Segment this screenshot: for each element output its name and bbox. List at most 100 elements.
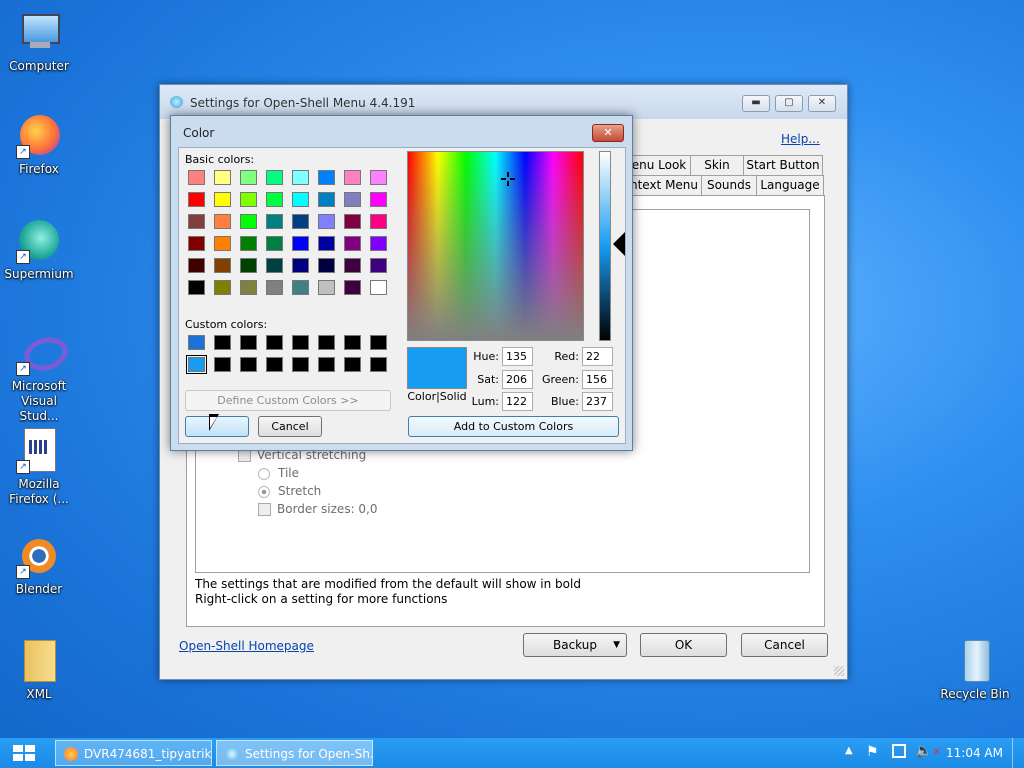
basic-color-swatch[interactable] (370, 258, 387, 273)
tab-context-menu[interactable]: ntext Menu (626, 175, 702, 195)
basic-color-swatch[interactable] (188, 258, 205, 273)
hue-field[interactable]: 135 (502, 347, 533, 366)
basic-color-swatch[interactable] (266, 280, 283, 295)
tab-language[interactable]: Language (756, 175, 824, 195)
basic-color-swatch[interactable] (318, 280, 335, 295)
basic-color-swatch[interactable] (344, 170, 361, 185)
basic-color-swatch[interactable] (370, 280, 387, 295)
basic-color-swatch[interactable] (344, 236, 361, 251)
red-field[interactable]: 22 (582, 347, 613, 366)
basic-color-swatch[interactable] (292, 280, 309, 295)
desktop-icon-recycle-bin[interactable]: Recycle Bin (936, 638, 1014, 702)
color-dialog-title-bar[interactable] (171, 116, 632, 146)
custom-color-swatch[interactable] (266, 335, 283, 350)
basic-color-swatch[interactable] (292, 258, 309, 273)
basic-color-swatch[interactable] (188, 214, 205, 229)
basic-color-swatch[interactable] (240, 258, 257, 273)
help-link[interactable]: Help... (781, 132, 820, 146)
tab-skin[interactable]: Skin (690, 155, 744, 175)
basic-color-swatch[interactable] (318, 258, 335, 273)
basic-color-swatch[interactable] (370, 236, 387, 251)
tab-sounds[interactable]: Sounds (701, 175, 757, 195)
desktop-icon-firefox[interactable]: ↗ Firefox (0, 113, 78, 177)
basic-color-swatch[interactable] (188, 236, 205, 251)
basic-color-swatch[interactable] (266, 170, 283, 185)
color-spectrum-picker[interactable] (407, 151, 584, 341)
tree-item-tile[interactable]: Tile (258, 466, 299, 480)
luminosity-slider[interactable] (599, 151, 611, 341)
custom-color-swatch[interactable] (240, 357, 257, 372)
custom-color-swatch[interactable] (214, 335, 231, 350)
custom-color-swatch[interactable] (370, 335, 387, 350)
action-center-flag-icon[interactable]: ⚑ (866, 744, 879, 760)
desktop-icon-mozilla-firefox[interactable]: ↗ Mozilla Firefox (... (0, 428, 78, 507)
custom-color-swatch[interactable] (214, 357, 231, 372)
luminosity-arrow-icon[interactable] (613, 232, 625, 256)
lum-field[interactable]: 122 (502, 392, 533, 411)
taskbar-item-firefox[interactable]: DVR474681_tipyatrik... (55, 740, 212, 766)
color-cancel-button[interactable]: Cancel (258, 416, 322, 437)
basic-color-swatch[interactable] (292, 170, 309, 185)
custom-color-swatch[interactable] (240, 335, 257, 350)
basic-color-swatch[interactable] (266, 214, 283, 229)
basic-color-swatch[interactable] (188, 280, 205, 295)
desktop-icon-blender[interactable]: ↗ Blender (0, 533, 78, 597)
taskbar-item-settings[interactable]: Settings for Open-Sh... (216, 740, 373, 766)
basic-color-swatch[interactable] (344, 280, 361, 295)
basic-color-swatch[interactable] (370, 192, 387, 207)
basic-color-swatch[interactable] (240, 214, 257, 229)
tab-start-button[interactable]: Start Button (743, 155, 823, 175)
network-icon[interactable] (892, 744, 906, 758)
basic-color-swatch[interactable] (292, 192, 309, 207)
clock[interactable]: 11:04 AM (946, 746, 1003, 760)
tree-item-border-sizes[interactable]: Border sizes: 0,0 (258, 502, 378, 516)
basic-color-swatch[interactable] (266, 236, 283, 251)
basic-color-swatch[interactable] (318, 170, 335, 185)
homepage-link[interactable]: Open-Shell Homepage (179, 639, 314, 653)
blue-field[interactable]: 237 (582, 392, 613, 411)
custom-color-swatch[interactable] (292, 357, 309, 372)
cancel-button[interactable]: Cancel (741, 633, 828, 657)
desktop-icon-supermium[interactable]: ↗ Supermium (0, 218, 78, 282)
custom-color-swatch[interactable] (318, 335, 335, 350)
custom-color-swatch[interactable] (292, 335, 309, 350)
close-button[interactable]: ✕ (808, 95, 836, 112)
basic-color-swatch[interactable] (344, 258, 361, 273)
basic-color-swatch[interactable] (370, 170, 387, 185)
basic-color-swatch[interactable] (266, 192, 283, 207)
desktop-icon-visual-studio[interactable]: ↗ Microsoft Visual Stud... (0, 330, 78, 424)
sat-field[interactable]: 206 (502, 370, 533, 389)
custom-color-swatch[interactable] (370, 357, 387, 372)
backup-button[interactable]: Backup ▼ (523, 633, 627, 657)
custom-color-swatch[interactable] (186, 355, 207, 374)
custom-color-swatch[interactable] (318, 357, 335, 372)
custom-color-swatch[interactable] (188, 335, 205, 350)
basic-color-swatch[interactable] (318, 192, 335, 207)
basic-color-swatch[interactable] (292, 236, 309, 251)
basic-color-swatch[interactable] (214, 236, 231, 251)
show-desktop-button[interactable] (1012, 738, 1024, 768)
basic-color-swatch[interactable] (266, 258, 283, 273)
color-dialog-close-button[interactable]: ✕ (592, 124, 624, 142)
custom-color-swatch[interactable] (266, 357, 283, 372)
desktop-icon-xml[interactable]: XML (0, 638, 78, 702)
green-field[interactable]: 156 (582, 370, 613, 389)
basic-color-swatch[interactable] (318, 236, 335, 251)
basic-color-swatch[interactable] (188, 192, 205, 207)
show-hidden-icons-icon[interactable]: ▲ (845, 745, 853, 756)
ok-button[interactable]: OK (640, 633, 727, 657)
basic-color-swatch[interactable] (344, 192, 361, 207)
desktop-icon-computer[interactable]: Computer (0, 10, 78, 74)
basic-color-swatch[interactable] (240, 236, 257, 251)
custom-color-swatch[interactable] (344, 335, 361, 350)
tab-menu-look[interactable]: enu Look (626, 155, 692, 175)
volume-muted-icon[interactable]: 🔈✕ (915, 743, 941, 759)
basic-color-swatch[interactable] (292, 214, 309, 229)
add-to-custom-colors-button[interactable]: Add to Custom Colors (408, 416, 619, 437)
resize-grip-icon[interactable] (834, 666, 844, 676)
basic-color-swatch[interactable] (240, 192, 257, 207)
basic-color-swatch[interactable] (214, 258, 231, 273)
maximize-button[interactable]: ▢ (775, 95, 803, 112)
custom-color-swatch[interactable] (344, 357, 361, 372)
basic-color-swatch[interactable] (188, 170, 205, 185)
